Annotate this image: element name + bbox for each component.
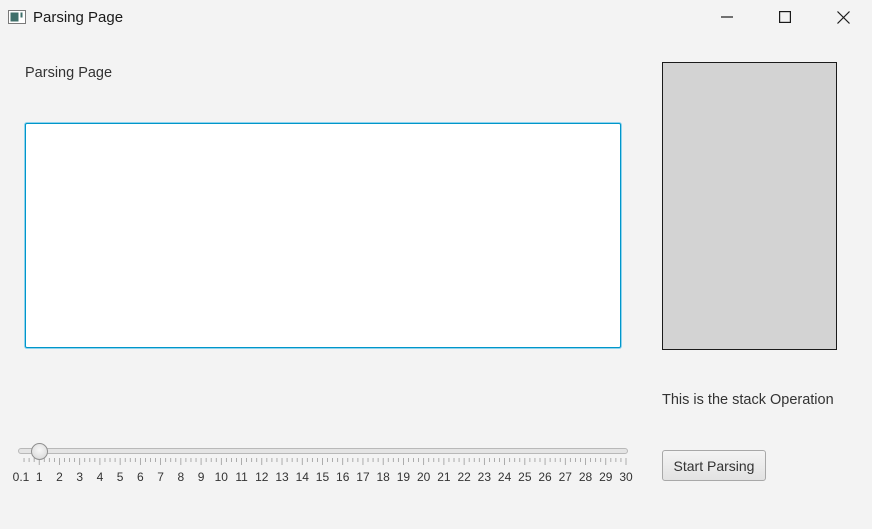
slider-tick-label: 28 [578, 470, 593, 484]
slider-tick-label: 10 [214, 470, 228, 484]
slider-tick-label: 20 [416, 470, 431, 484]
slider-tick-label: 17 [356, 470, 370, 484]
start-parsing-button[interactable]: Start Parsing [662, 450, 766, 481]
slider-tick-label: 14 [295, 470, 309, 484]
stack-display-panel [662, 62, 837, 350]
slider-tick-label: 6 [137, 470, 144, 484]
app-icon [8, 10, 26, 24]
slider-tick-label: 23 [477, 470, 492, 484]
slider-tick-label: 4 [96, 470, 104, 484]
window-title: Parsing Page [33, 9, 124, 26]
slider-tick-label: 30 [619, 470, 633, 484]
title-bar: Parsing Page [0, 0, 872, 36]
close-button[interactable] [814, 0, 872, 34]
slider-tick-label: 22 [457, 470, 471, 484]
slider-tick-label: 1 [35, 470, 43, 484]
slider-tick-label: 7 [157, 470, 164, 484]
slider-track[interactable] [18, 448, 628, 454]
slider-tick-label: 21 [437, 470, 451, 484]
minimize-button[interactable] [698, 0, 756, 34]
slider-tick-label: 11 [235, 470, 248, 484]
slider-tick-label: 27 [558, 470, 572, 484]
slider-tick-label: 16 [336, 470, 350, 484]
minimize-icon [721, 16, 733, 18]
slider-tick-label: 19 [396, 470, 411, 484]
slider-tick-label: 2 [56, 470, 63, 484]
slider-tick-label: 3 [76, 470, 84, 484]
slider-tick-label: 0.1 [12, 470, 30, 484]
speed-slider[interactable]: 0.1 1 2 3 4 5 6 7 8 9 10 11 12 13 14 15 16 17 18 19 20 21 22 23… [12, 443, 633, 484]
close-icon [836, 10, 850, 24]
slider-tick-label: 12 [255, 470, 269, 484]
parse-input-textarea[interactable] [25, 123, 621, 348]
maximize-button[interactable] [756, 0, 814, 34]
slider-tick-label: 8 [177, 470, 185, 484]
slider-tick-label: 15 [315, 470, 330, 484]
page-title: Parsing Page [25, 65, 113, 81]
slider-tick-label: 25 [518, 470, 532, 484]
stack-operation-label: This is the stack Operation [662, 392, 834, 408]
maximize-icon [779, 11, 791, 23]
slider-tick-label: 5 [116, 470, 124, 484]
slider-tick-label: 18 [376, 470, 390, 484]
slider-tick-label: 29 [599, 470, 613, 484]
slider-tick-label: 26 [538, 470, 552, 484]
slider-tick-label: 24 [497, 470, 512, 484]
slider-tick-label: 9 [197, 470, 205, 484]
slider-tick-label: 13 [275, 470, 289, 484]
